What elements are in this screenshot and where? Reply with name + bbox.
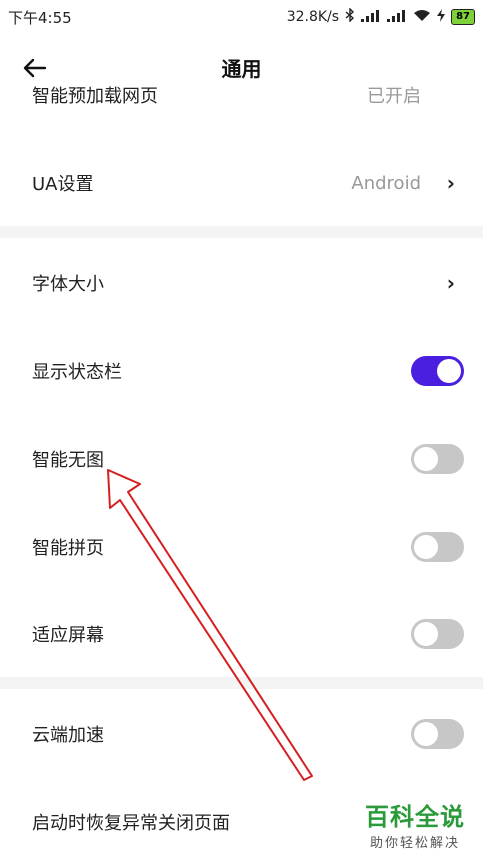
watermark-subtitle: 助你轻松解决: [369, 836, 460, 851]
watermark-title: 百科全说: [365, 803, 465, 831]
watermark-logo: 百科全说 助你轻松解决: [365, 797, 465, 851]
annotation-arrow-icon: [107, 469, 313, 781]
